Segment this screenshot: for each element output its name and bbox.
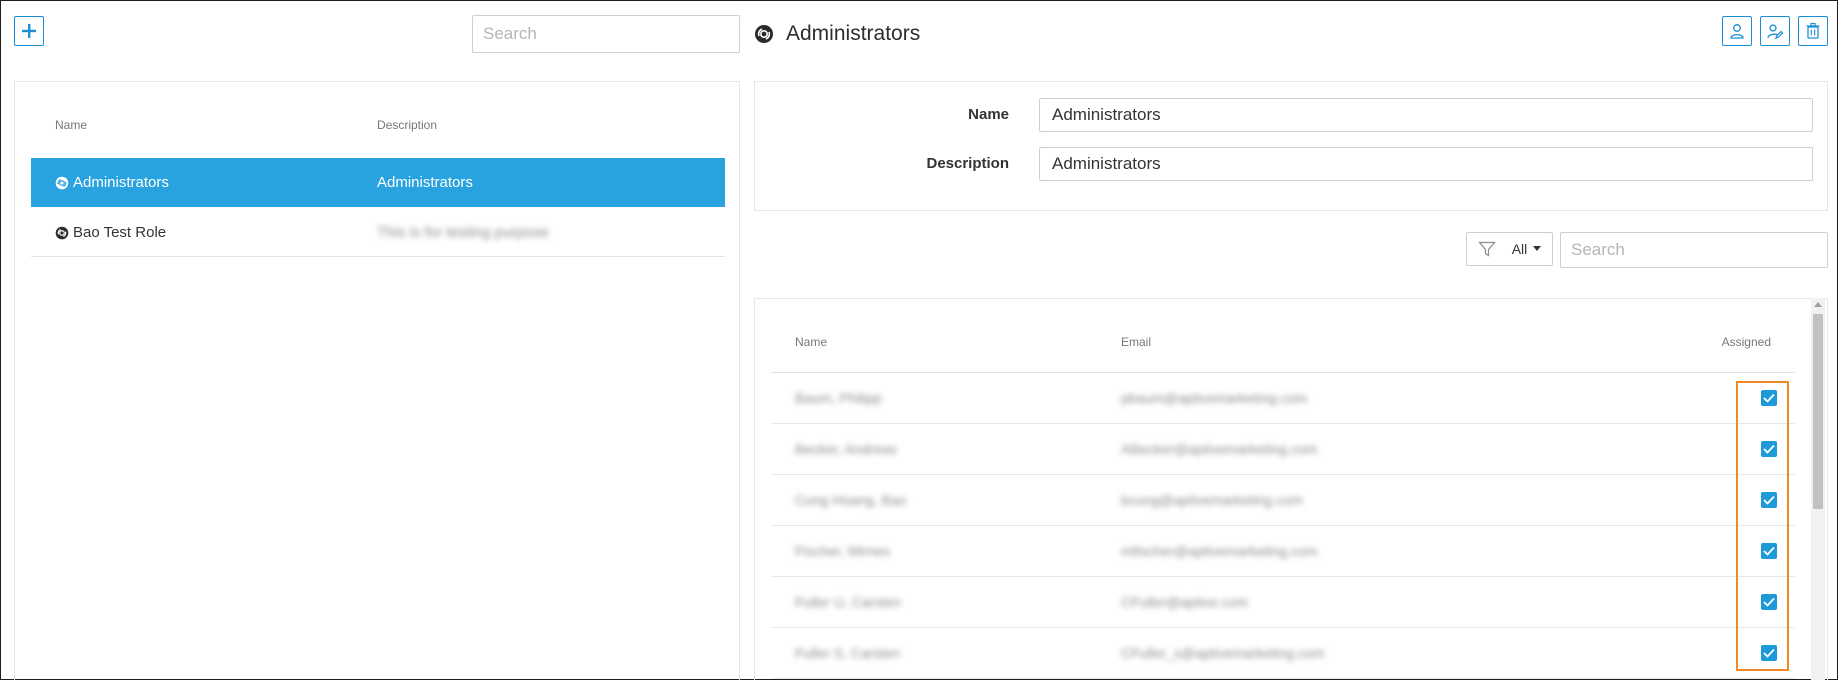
column-header-name: Name	[795, 335, 828, 349]
filter-label: All	[1511, 241, 1528, 257]
assigned-checkbox[interactable]	[1761, 645, 1777, 661]
name-field-label: Name	[968, 106, 1009, 123]
roles-table-header: Name Description	[31, 118, 725, 150]
page-title: Administrators	[754, 20, 920, 48]
role-name-cell: Bao Test Role	[55, 208, 166, 257]
role-name: Bao Test Role	[73, 224, 167, 241]
plus-icon	[22, 24, 36, 38]
edit-user-icon	[1767, 24, 1784, 40]
role-row-administrators[interactable]: Administrators Administrators	[31, 158, 725, 207]
add-role-button[interactable]	[14, 16, 44, 46]
assigned-checkbox[interactable]	[1761, 543, 1777, 559]
user-name: Fuller S, Carsten	[795, 645, 901, 661]
user-name: Cung Hoang, Bao	[795, 492, 907, 508]
users-scrollbar[interactable]	[1811, 298, 1825, 680]
checkmark-icon	[1763, 597, 1775, 607]
column-header-email: Email	[1121, 335, 1152, 349]
description-field-label: Description	[926, 155, 1009, 172]
role-name: Administrators	[73, 174, 169, 191]
user-name: Fischer, Mirnes	[795, 543, 890, 559]
checkmark-icon	[1763, 648, 1775, 658]
role-description: This is for testing purpose	[377, 224, 549, 241]
user-search-input[interactable]	[1560, 232, 1828, 268]
assign-user-icon	[1730, 24, 1744, 39]
checkmark-icon	[1763, 393, 1775, 403]
assigned-checkbox[interactable]	[1761, 390, 1777, 406]
roles-panel: Name Description Administrators Administ…	[14, 81, 740, 680]
table-row[interactable]: Baum, Philipp pbaum@aptivemarketing.com	[771, 373, 1795, 424]
role-name-input[interactable]	[1039, 98, 1813, 132]
assigned-checkbox[interactable]	[1761, 441, 1777, 457]
table-row[interactable]: Fischer, Mirnes mfischer@aptivemarketing…	[771, 526, 1795, 577]
checkmark-icon	[1763, 495, 1775, 505]
edit-user-button[interactable]	[1760, 16, 1790, 46]
scrollbar-thumb[interactable]	[1813, 314, 1823, 509]
table-row[interactable]: Fuller U, Carsten CFuller@aptive.com	[771, 577, 1795, 628]
table-row[interactable]: Fuller S, Carsten CFuller_s@aptivemarket…	[771, 628, 1795, 679]
role-description-input[interactable]	[1039, 147, 1813, 181]
trash-icon	[1806, 22, 1820, 39]
scroll-up-arrow-icon[interactable]	[1814, 302, 1822, 307]
assigned-checkbox[interactable]	[1761, 594, 1777, 610]
user-email: CFuller@aptive.com	[1121, 594, 1249, 610]
user-name: Becker, Andreas	[795, 441, 897, 457]
table-row[interactable]: Cung Hoang, Bao bcung@aptivemarketing.co…	[771, 475, 1795, 526]
filter-icon	[1477, 241, 1496, 257]
checkmark-icon	[1763, 444, 1775, 454]
assigned-checkbox[interactable]	[1761, 492, 1777, 508]
delete-role-button[interactable]	[1798, 16, 1828, 46]
checkmark-icon	[1763, 546, 1775, 556]
role-details-panel: Name Description	[754, 81, 1828, 211]
role-row-bao-test-role[interactable]: Bao Test Role This is for testing purpos…	[31, 208, 725, 257]
user-email: bcung@aptivemarketing.com	[1121, 492, 1303, 508]
user-email: CFuller_s@aptivemarketing.com	[1121, 645, 1325, 661]
assigned-filter-dropdown[interactable]: All	[1466, 232, 1553, 266]
caret-down-icon	[1533, 246, 1542, 251]
role-disc-icon	[755, 25, 773, 43]
role-actions-toolbar	[1722, 16, 1828, 46]
assign-user-button[interactable]	[1722, 16, 1752, 46]
users-panel: Name Email Assigned Baum, Philipp pbaum@…	[754, 298, 1828, 680]
column-header-description: Description	[377, 118, 438, 132]
column-header-name: Name	[55, 118, 88, 132]
role-disc-icon	[55, 176, 69, 189]
user-email: ABecker@aptivemarketing.com	[1121, 441, 1318, 457]
role-search-input[interactable]	[472, 15, 740, 53]
user-email: mfischer@aptivemarketing.com	[1121, 543, 1318, 559]
user-email: pbaum@aptivemarketing.com	[1121, 390, 1308, 406]
user-name: Baum, Philipp	[795, 390, 882, 406]
page-title-text: Administrators	[786, 22, 921, 45]
role-description: Administrators	[377, 174, 473, 191]
role-name-cell: Administrators	[55, 158, 169, 207]
column-header-assigned: Assigned	[1721, 335, 1771, 349]
table-row[interactable]: Becker, Andreas ABecker@aptivemarketing.…	[771, 424, 1795, 475]
user-name: Fuller U, Carsten	[795, 594, 901, 610]
role-disc-icon	[55, 226, 69, 239]
